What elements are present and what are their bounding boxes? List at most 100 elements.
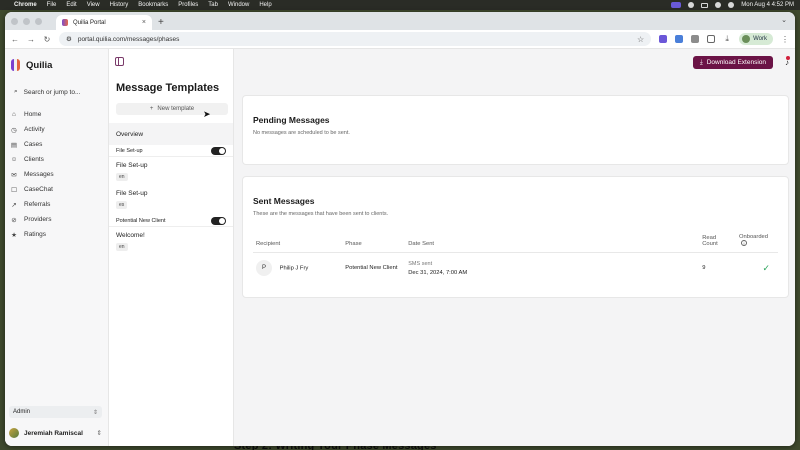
menu-history[interactable]: History — [110, 2, 129, 8]
cases-icon: ▤ — [10, 141, 18, 149]
bookmark-star-icon[interactable]: ☆ — [637, 35, 644, 44]
sidebar-item-label: Activity — [24, 126, 45, 133]
forward-icon[interactable]: → — [27, 35, 35, 44]
sidebar-item-messages[interactable]: ✉ Messages — [5, 167, 108, 182]
user-menu[interactable]: Jeremiah Ramiscal ⇕ — [9, 426, 102, 440]
sent-subtitle: These are the messages that have been se… — [253, 211, 389, 217]
recipient-cell: P Philip J Fry — [253, 253, 342, 284]
close-tab-icon[interactable]: × — [142, 19, 146, 26]
channel-text: SMS sent — [408, 260, 433, 267]
table-header-row: Recipient Phase Date Sent Read Count Onb… — [253, 230, 778, 253]
column-header-phase[interactable]: Phase — [342, 230, 406, 253]
template-name: File Set-up — [116, 162, 148, 169]
status-icon[interactable] — [688, 2, 695, 8]
sent-messages-table: Recipient Phase Date Sent Read Count Onb… — [253, 230, 778, 283]
column-header-date-sent[interactable]: Date Sent — [405, 230, 700, 253]
sidebar-item-label: Messages — [24, 171, 54, 178]
profile-chip[interactable]: Work — [739, 33, 773, 45]
site-info-icon[interactable]: ⚙ — [66, 35, 72, 43]
menu-window[interactable]: Window — [228, 2, 249, 8]
search-jump[interactable]: ⌕ Search or jump to... — [11, 85, 102, 99]
column-header-recipient[interactable]: Recipient — [253, 230, 343, 253]
side-panel-icon[interactable] — [707, 35, 716, 43]
sidebar-item-activity[interactable]: ◷ Activity — [5, 122, 108, 137]
sidebar-item-casechat[interactable]: ☐ CaseChat — [5, 182, 108, 197]
menu-file[interactable]: File — [47, 2, 57, 8]
language-badge: en — [116, 243, 128, 251]
new-template-button[interactable]: + New template — [116, 103, 228, 115]
sidebar-item-cases[interactable]: ▤ Cases — [5, 137, 108, 152]
date-text: Dec 31, 2024, 7:00 AM — [408, 269, 468, 276]
reload-icon[interactable]: ↻ — [43, 35, 51, 44]
notification-dot — [786, 56, 790, 60]
back-icon[interactable]: ← — [11, 35, 19, 44]
quilia-app: Quilia ⌕ Search or jump to... ⌂ Home ◷ A… — [5, 49, 795, 446]
column-header-onboarded[interactable]: Onboarded i — [736, 230, 778, 253]
column-header-read-count[interactable]: Read Count — [699, 230, 736, 253]
minimize-window-button[interactable] — [23, 17, 30, 25]
browser-menu-icon[interactable]: ⋮ — [781, 35, 789, 44]
group-enabled-toggle[interactable] — [211, 216, 226, 225]
table-row[interactable]: P Philip J Fry Potential New Client SMS … — [253, 253, 778, 284]
tab-search-chevron-icon[interactable]: ⌄ — [781, 16, 787, 24]
download-icon[interactable]: ⤓ — [723, 34, 731, 44]
browser-tab[interactable]: Quilia Portal × — [56, 15, 152, 30]
group-enabled-toggle[interactable] — [211, 146, 226, 155]
sidebar-item-clients[interactable]: ☺ Clients — [5, 152, 108, 167]
sent-messages-card: Sent Messages These are the messages tha… — [242, 176, 789, 298]
sidebar-item-referrals[interactable]: ↗ Referrals — [5, 197, 108, 212]
template-group-header: Potential New Client — [109, 215, 233, 227]
sidebar-item-label: Ratings — [24, 231, 47, 238]
menu-tab[interactable]: Tab — [208, 2, 218, 8]
extensions-puzzle-icon[interactable] — [691, 35, 700, 43]
chevron-updown-icon: ⇕ — [96, 430, 102, 437]
close-window-button[interactable] — [11, 17, 18, 25]
quilia-favicon-icon — [62, 19, 68, 26]
download-icon: ⤓ — [699, 58, 703, 66]
address-bar[interactable]: ⚙ portal.quilia.com/messages/phases ☆ — [59, 32, 652, 46]
new-tab-icon[interactable]: + — [158, 17, 164, 28]
menu-help[interactable]: Help — [259, 2, 271, 8]
profile-label: Work — [753, 36, 767, 42]
download-extension-button[interactable]: ⤓ Download Extension — [692, 56, 773, 69]
referrals-icon: ↗ — [11, 201, 17, 209]
menubar-clock[interactable]: Mon Aug 4 4:52 PM — [741, 2, 794, 8]
sidebar-item-home[interactable]: ⌂ Home — [5, 107, 108, 122]
info-icon[interactable]: i — [741, 240, 747, 246]
extension-icon[interactable] — [675, 35, 684, 43]
extension-icon[interactable] — [659, 35, 668, 43]
tab-title: Quilia Portal — [73, 19, 106, 26]
control-center-icon[interactable] — [728, 2, 735, 8]
sidebar-item-label: Clients — [24, 156, 44, 163]
profile-avatar — [742, 35, 751, 43]
menu-view[interactable]: View — [87, 2, 100, 8]
role-select[interactable]: Admin ⇕ — [9, 406, 102, 418]
template-item[interactable]: Welcome! en — [109, 227, 233, 255]
window-controls — [11, 12, 42, 30]
sidebar-item-label: Referrals — [24, 201, 51, 208]
brand[interactable]: Quilia — [5, 49, 108, 73]
home-icon: ⌂ — [12, 111, 16, 118]
template-group-header: File Set-up — [109, 145, 233, 157]
sidebar-item-ratings[interactable]: ★ Ratings — [5, 227, 108, 242]
sidebar-toggle-icon[interactable] — [115, 57, 124, 66]
sidebar-item-providers[interactable]: ⊘ Providers — [5, 212, 108, 227]
menu-bookmarks[interactable]: Bookmarks — [138, 2, 168, 8]
ratings-icon: ★ — [11, 231, 17, 239]
group-name: File Set-up — [116, 147, 143, 154]
zoom-window-button[interactable] — [35, 17, 42, 25]
battery-icon[interactable] — [701, 2, 709, 8]
template-item[interactable]: File Set-up es — [109, 185, 233, 213]
template-item[interactable]: File Set-up en — [109, 157, 233, 185]
language-badge: en — [116, 173, 128, 181]
url-text[interactable]: portal.quilia.com/messages/phases — [78, 36, 180, 43]
screen-record-icon[interactable] — [671, 2, 682, 8]
menu-app-name[interactable]: Chrome — [14, 2, 37, 8]
browser-toolbar: ← → ↻ ⚙ portal.quilia.com/messages/phase… — [5, 30, 795, 49]
template-overview-item[interactable]: Overview — [109, 123, 233, 145]
wifi-icon[interactable] — [715, 2, 722, 8]
menu-profiles[interactable]: Profiles — [178, 2, 198, 8]
overview-label: Overview — [116, 130, 144, 138]
menu-edit[interactable]: Edit — [66, 2, 76, 8]
sidebar-item-label: Providers — [24, 216, 52, 223]
